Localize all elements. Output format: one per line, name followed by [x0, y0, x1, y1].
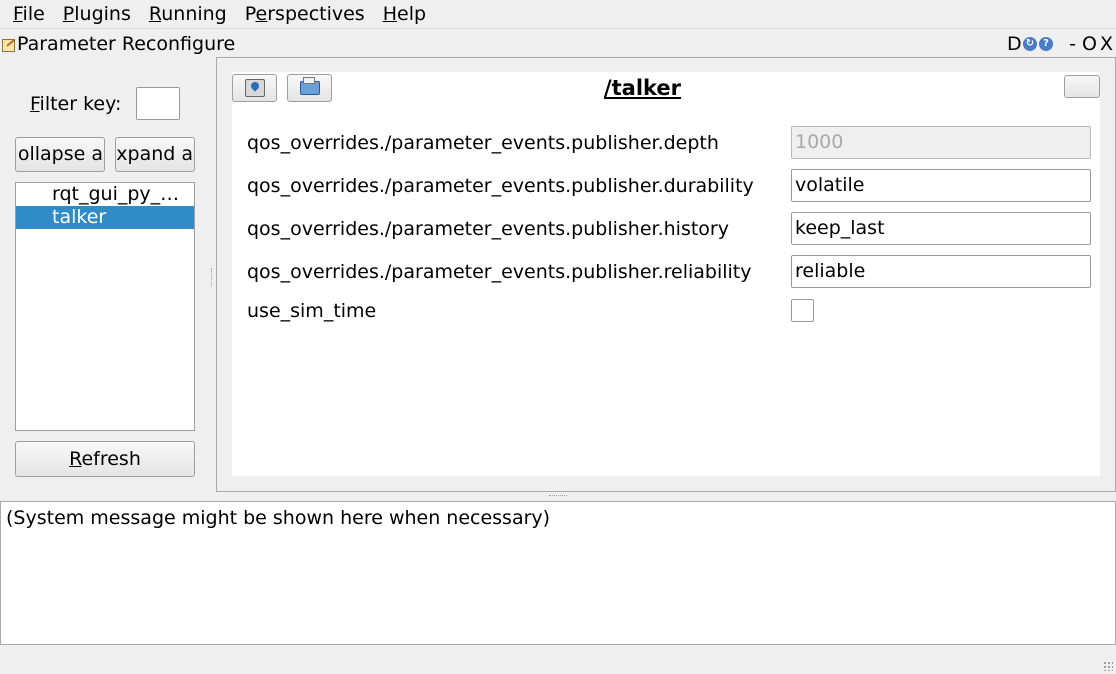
param-label-reliability: qos_overrides./parameter_events.publishe… — [247, 261, 752, 283]
param-input-history[interactable]: keep_last — [791, 212, 1091, 245]
param-input-reliability[interactable]: reliable — [791, 255, 1091, 288]
horizontal-splitter-handle[interactable] — [549, 495, 567, 498]
minimize-button[interactable]: - — [1065, 33, 1080, 55]
help-icon[interactable]: ? — [1039, 37, 1053, 51]
menu-help[interactable]: Help — [374, 0, 435, 29]
maximize-button[interactable]: O — [1082, 33, 1097, 55]
param-input-durability[interactable]: volatile — [791, 169, 1091, 202]
tree-item-talker[interactable]: talker — [16, 206, 194, 229]
system-message-box: (System message might be shown here when… — [0, 501, 1116, 645]
expand-all-button[interactable]: xpand a — [115, 137, 195, 172]
resize-grip-icon[interactable] — [1103, 661, 1113, 671]
menu-plugins[interactable]: Plugins — [54, 0, 140, 29]
tree-item-rqt-gui-py[interactable]: rqt_gui_py_… — [16, 183, 194, 206]
menubar: File Plugins Running Perspectives Help — [0, 0, 1116, 29]
menu-perspectives[interactable]: Perspectives — [236, 0, 374, 29]
filter-key-input[interactable] — [136, 87, 180, 120]
use-sim-time-checkbox[interactable] — [791, 299, 814, 322]
plugin-title: Parameter Reconfigure — [17, 33, 236, 55]
plugin-controls: D ↻ ? - O X — [1007, 33, 1114, 55]
param-label-depth: qos_overrides./parameter_events.publishe… — [247, 132, 719, 154]
plugin-title-bar: Parameter Reconfigure D ↻ ? - O X — [0, 31, 1116, 55]
param-label-use-sim-time: use_sim_time — [247, 300, 377, 322]
param-input-depth: 1000 — [791, 126, 1091, 159]
save-download-icon — [245, 79, 265, 97]
folder-open-icon — [300, 77, 320, 95]
param-label-history: qos_overrides./parameter_events.publishe… — [247, 218, 729, 240]
open-button[interactable] — [287, 74, 332, 102]
menu-file[interactable]: File — [4, 0, 54, 29]
node-title: /talker — [603, 76, 682, 100]
edit-pencil-icon — [2, 39, 15, 52]
save-button[interactable] — [232, 74, 277, 102]
param-label-durability: qos_overrides./parameter_events.publishe… — [247, 175, 754, 197]
close-button[interactable]: X — [1099, 33, 1114, 55]
dock-button[interactable]: D — [1007, 33, 1022, 55]
node-tree: rqt_gui_py_… talker — [15, 182, 195, 431]
refresh-button[interactable]: Refresh — [15, 441, 195, 477]
menu-running[interactable]: Running — [140, 0, 236, 29]
close-node-button[interactable] — [1064, 75, 1100, 98]
reload-icon[interactable]: ↻ — [1023, 37, 1037, 51]
collapse-all-button[interactable]: ollapse a — [15, 137, 105, 172]
system-message-text: (System message might be shown here when… — [6, 507, 551, 529]
vertical-splitter-handle[interactable] — [211, 268, 215, 286]
filter-key-label: Filter key: — [30, 93, 122, 115]
